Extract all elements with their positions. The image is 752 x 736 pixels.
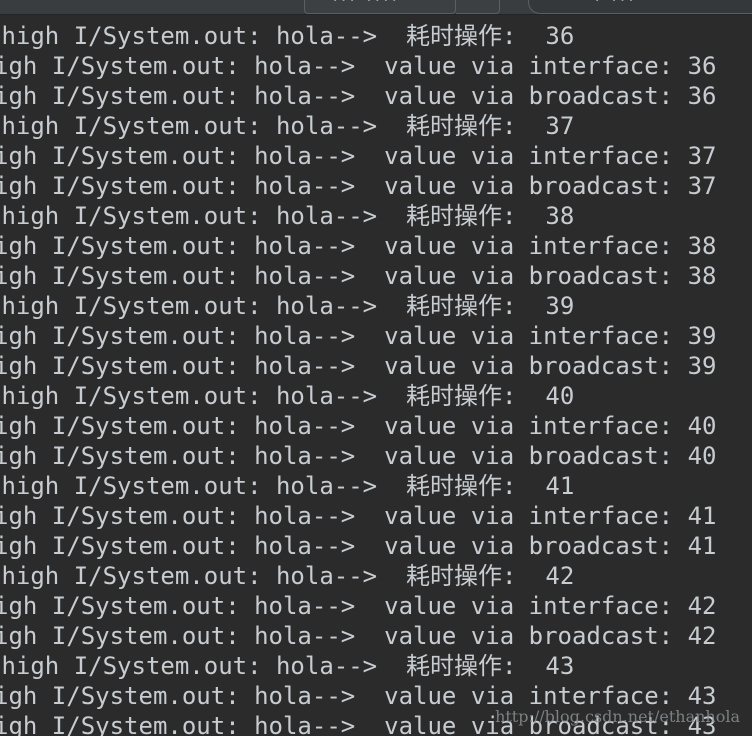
log-line: igh I/System.out: hola--> value via inte… — [0, 412, 717, 440]
log-line: igh I/System.out: hola--> value via broa… — [0, 622, 717, 650]
log-line: ehigh I/System.out: hola--> 耗时操作: 43 — [0, 652, 575, 680]
toolbar: ... .... . ... — [0, 0, 752, 15]
log-line: igh I/System.out: hola--> value via broa… — [0, 82, 717, 110]
log-line: igh I/System.out: hola--> value via broa… — [0, 532, 717, 560]
toolbar-dropdown-button[interactable] — [456, 0, 500, 14]
log-line: igh I/System.out: hola--> value via inte… — [0, 592, 717, 620]
log-line: ehigh I/System.out: hola--> 耗时操作: 40 — [0, 382, 575, 410]
log-line: igh I/System.out: hola--> value via broa… — [0, 352, 717, 380]
log-line: igh I/System.out: hola--> value via broa… — [0, 262, 717, 290]
log-line: ehigh I/System.out: hola--> 耗时操作: 41 — [0, 472, 575, 500]
log-line: igh I/System.out: hola--> value via inte… — [0, 502, 717, 530]
log-line: igh I/System.out: hola--> value via inte… — [0, 52, 717, 80]
log-line: ehigh I/System.out: hola--> 耗时操作: 38 — [0, 202, 575, 230]
toolbar-button-label: ... .... — [331, 0, 398, 5]
log-line: igh I/System.out: hola--> value via inte… — [0, 232, 717, 260]
log-line: ehigh I/System.out: hola--> 耗时操作: 42 — [0, 562, 575, 590]
watermark: http://blog.csdn.net/ethanhola — [495, 707, 740, 726]
log-line: ehigh I/System.out: hola--> 耗时操作: 37 — [0, 112, 575, 140]
log-line: ehigh I/System.out: hola--> 耗时操作: 39 — [0, 292, 575, 320]
logcat-output[interactable]: ehigh I/System.out: hola--> 耗时操作: 36 igh … — [0, 14, 752, 736]
log-line: igh I/System.out: hola--> value via broa… — [0, 442, 717, 470]
log-line: ehigh I/System.out: hola--> 耗时操作: 36 — [0, 22, 575, 50]
toolbar-search-field[interactable]: . ... — [528, 0, 752, 14]
log-line: igh I/System.out: hola--> value via broa… — [0, 172, 717, 200]
toolbar-search-label: . ... — [593, 0, 635, 5]
log-line: igh I/System.out: hola--> value via inte… — [0, 142, 717, 170]
log-line: igh I/System.out: hola--> value via inte… — [0, 322, 717, 350]
toolbar-button[interactable]: ... .... — [304, 0, 456, 14]
